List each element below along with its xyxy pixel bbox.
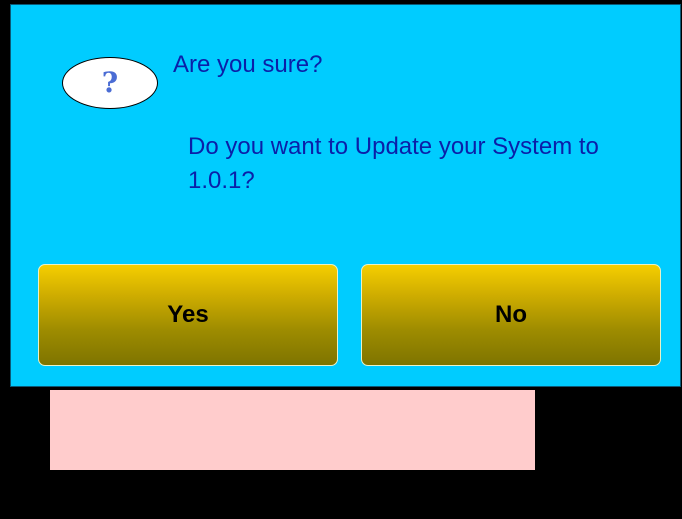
question-glyph: ? <box>101 66 119 99</box>
pink-panel <box>50 390 535 470</box>
dialog-title: Are you sure? <box>173 51 323 78</box>
no-button[interactable]: No <box>361 264 661 366</box>
dialog-message: Do you want to Update your System to 1.0… <box>188 133 599 194</box>
confirm-dialog: ? Are you sure? Do you want to Update yo… <box>10 4 681 387</box>
yes-button[interactable]: Yes <box>38 264 338 366</box>
question-icon: ? <box>62 57 158 109</box>
